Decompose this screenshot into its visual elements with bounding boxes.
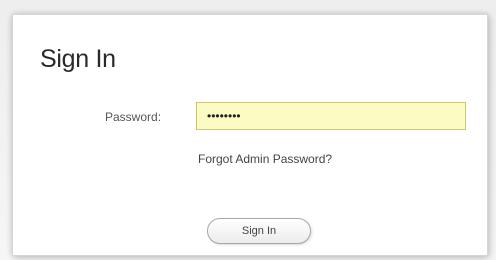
password-field[interactable] (196, 102, 466, 130)
login-screen: Sign In Password: Forgot Admin Password?… (0, 0, 496, 260)
forgot-password-link[interactable]: Forgot Admin Password? (198, 152, 332, 166)
password-label: Password: (105, 110, 162, 124)
signin-panel: Sign In Password: Forgot Admin Password?… (12, 14, 488, 256)
page-title: Sign In (40, 45, 116, 73)
signin-button[interactable]: Sign In (207, 218, 311, 244)
